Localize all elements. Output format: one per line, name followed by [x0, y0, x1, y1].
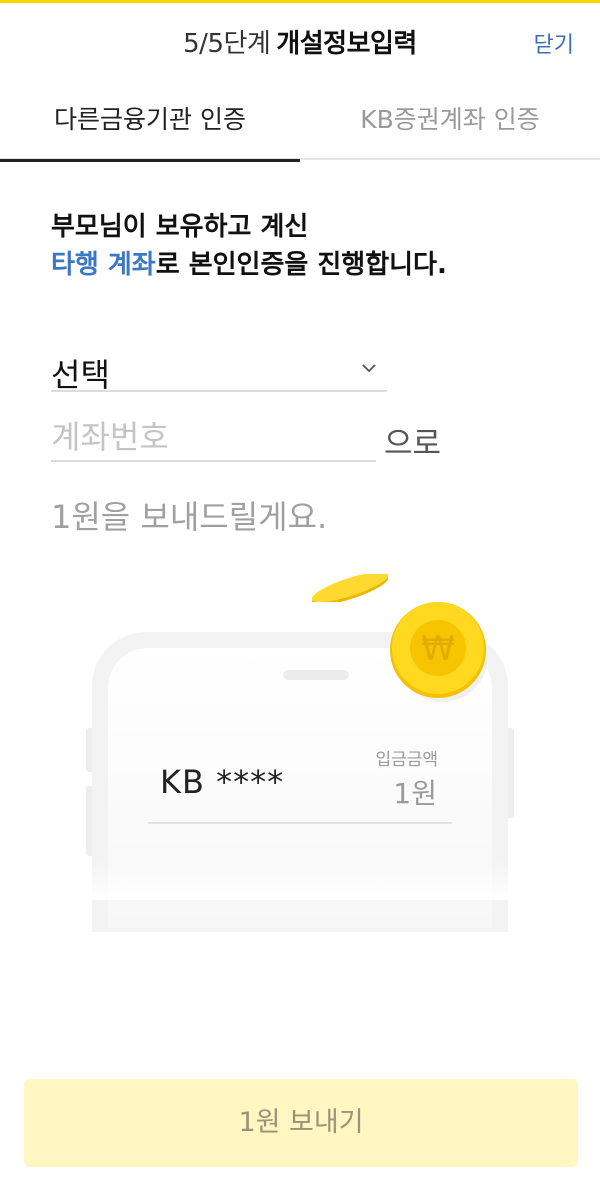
account-particle: 으로: [384, 426, 442, 462]
deposit-label: 입금금액: [375, 750, 438, 770]
send-description: 1원을 보내드릴게요.: [51, 498, 328, 536]
page-title: 개설정보입력: [276, 29, 417, 59]
intro-highlight: 타행 계좌: [51, 250, 156, 280]
intro-line1: 부모님이 보유하고 계신: [51, 212, 309, 242]
phone-illustration: KB **** 입금금액 1원 ₩: [0, 560, 600, 932]
chevron-down-icon: [362, 364, 376, 373]
coin-symbol: ₩: [421, 629, 455, 669]
intro-line2: 타행 계좌로 본인인증을 진행합니다.: [51, 246, 447, 284]
phone-fade: [80, 860, 520, 900]
intro-line2-rest: 로 본인인증을 진행합니다.: [155, 250, 447, 280]
header: 5/5단계 개설정보입력 닫기: [0, 3, 600, 75]
tab-other-institution[interactable]: 다른금융기관 인증: [0, 84, 300, 162]
tab-bar: 다른금융기관 인증 KB증권계좌 인증: [0, 84, 600, 162]
close-button[interactable]: 닫기: [534, 27, 574, 59]
bank-select-value: 선택: [51, 356, 110, 394]
amount-underline: [148, 822, 452, 824]
deposit-amount: 1원: [393, 777, 437, 810]
send-one-won-button[interactable]: 1원 보내기: [24, 1079, 578, 1167]
step-indicator: 5/5단계: [183, 29, 271, 59]
tab-kb-account[interactable]: KB증권계좌 인증: [300, 84, 600, 160]
bank-account-masked: KB ****: [160, 763, 285, 801]
account-number-input[interactable]: [51, 414, 376, 462]
coin-flat-icon: [311, 574, 389, 602]
won-coin-icon: ₩: [390, 602, 488, 702]
phone-speaker: [283, 670, 349, 680]
header-title: 5/5단계 개설정보입력: [0, 23, 600, 60]
bank-select[interactable]: 선택: [51, 348, 387, 394]
intro-text: 부모님이 보유하고 계신 타행 계좌로 본인인증을 진행합니다.: [51, 208, 447, 284]
